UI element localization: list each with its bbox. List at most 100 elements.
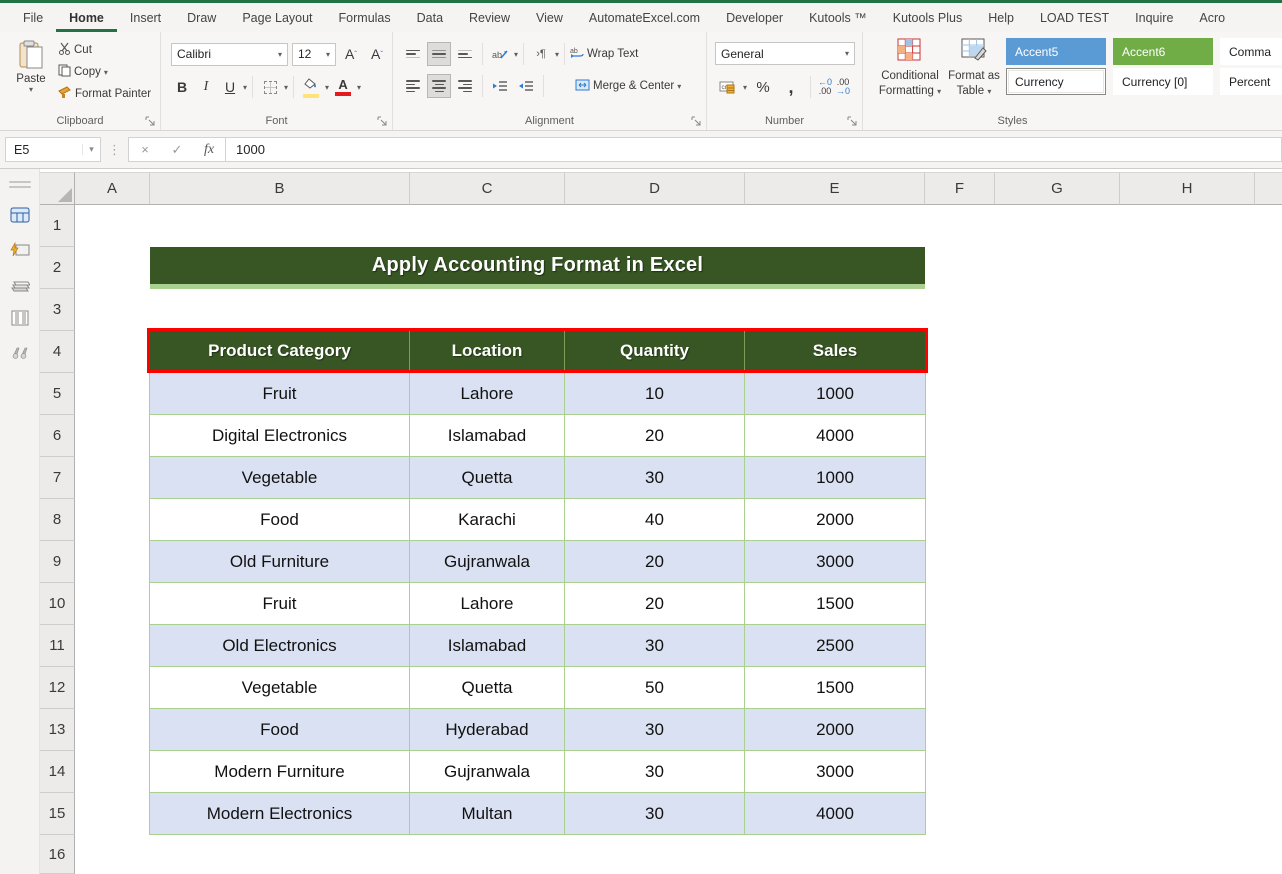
tab-acrobat[interactable]: Acro	[1186, 3, 1238, 32]
row-header-1[interactable]: 1	[40, 205, 75, 247]
row-header-4[interactable]: 4	[40, 331, 75, 373]
align-right-button[interactable]	[453, 74, 477, 98]
style-comma[interactable]: Comma	[1220, 38, 1282, 65]
sheet-title-banner[interactable]: Apply Accounting Format in Excel	[150, 247, 925, 289]
fill-color-dropdown[interactable]: ▾	[325, 83, 329, 92]
row-header-2[interactable]: 2	[40, 247, 75, 289]
accounting-format-button[interactable]: cr	[715, 75, 739, 99]
pane-collapse-handle[interactable]	[9, 181, 31, 188]
column-header-c[interactable]: C	[410, 172, 565, 205]
decrease-decimal-button[interactable]: .00→0	[836, 78, 850, 96]
column-header-partial[interactable]	[1255, 172, 1282, 205]
cell-d6[interactable]: 20	[565, 415, 745, 456]
tab-file[interactable]: File	[10, 3, 56, 32]
cell-b15[interactable]: Modern Electronics	[150, 793, 410, 834]
tab-help[interactable]: Help	[975, 3, 1027, 32]
decrease-indent-button[interactable]	[488, 74, 512, 98]
cell-c12[interactable]: Quetta	[410, 667, 565, 708]
percent-style-button[interactable]: %	[751, 75, 775, 99]
cell-e12[interactable]: 1500	[745, 667, 925, 708]
row-header-10[interactable]: 10	[40, 583, 75, 625]
text-direction-dropdown[interactable]: ▾	[555, 50, 559, 59]
style-currency[interactable]: Currency	[1006, 68, 1106, 95]
cell-e11[interactable]: 2500	[745, 625, 925, 666]
tab-data[interactable]: Data	[404, 3, 456, 32]
tab-kutools[interactable]: Kutools ™	[796, 3, 880, 32]
comma-style-button[interactable]: ,	[779, 75, 803, 99]
row-header-11[interactable]: 11	[40, 625, 75, 667]
align-bottom-button[interactable]	[453, 42, 477, 66]
text-direction-button[interactable]: ›¶	[529, 42, 553, 66]
workbook-pane-icon[interactable]	[8, 203, 32, 227]
row-header-5[interactable]: 5	[40, 373, 75, 415]
align-top-button[interactable]	[401, 42, 425, 66]
style-accent5[interactable]: Accent5	[1006, 38, 1106, 65]
cell-d15[interactable]: 30	[565, 793, 745, 834]
bold-button[interactable]: B	[171, 75, 193, 99]
underline-dropdown[interactable]: ▾	[243, 83, 247, 92]
font-size-select[interactable]: 12▾	[292, 43, 336, 66]
row-header-14[interactable]: 14	[40, 751, 75, 793]
row-header-6[interactable]: 6	[40, 415, 75, 457]
paste-button[interactable]: Paste ▾	[8, 40, 54, 118]
copy-dropdown[interactable]: ▾	[104, 68, 108, 77]
cell-c13[interactable]: Hyderabad	[410, 709, 565, 750]
clipboard-pane-icon[interactable]	[8, 273, 32, 297]
tab-draw[interactable]: Draw	[174, 3, 229, 32]
accounting-format-dropdown[interactable]: ▾	[743, 83, 747, 92]
cell-d12[interactable]: 50	[565, 667, 745, 708]
italic-button[interactable]: I	[195, 75, 217, 99]
cell-d7[interactable]: 30	[565, 457, 745, 498]
column-header-e[interactable]: E	[745, 172, 925, 205]
cell-e8[interactable]: 2000	[745, 499, 925, 540]
tab-insert[interactable]: Insert	[117, 3, 174, 32]
style-currency-0[interactable]: Currency [0]	[1113, 68, 1213, 95]
cell-b9[interactable]: Old Furniture	[150, 541, 410, 582]
orientation-button[interactable]: ab	[488, 42, 512, 66]
cell-d11[interactable]: 30	[565, 625, 745, 666]
cell-d13[interactable]: 30	[565, 709, 745, 750]
borders-button[interactable]	[258, 75, 282, 99]
cell-b5[interactable]: Fruit	[150, 373, 410, 414]
tab-automateexcel[interactable]: AutomateExcel.com	[576, 3, 713, 32]
column-header-g[interactable]: G	[995, 172, 1120, 205]
table-header-cell[interactable]: Product Category	[150, 331, 410, 370]
format-as-table-button[interactable]: Format as Table ▾	[935, 38, 1013, 98]
cell-c5[interactable]: Lahore	[410, 373, 565, 414]
tab-page-layout[interactable]: Page Layout	[229, 3, 325, 32]
format-painter-button[interactable]: Format Painter	[58, 86, 151, 102]
name-box-dropdown[interactable]: ▾	[82, 144, 100, 155]
merge-center-button[interactable]: Merge & Center ▾	[575, 79, 681, 94]
cell-e10[interactable]: 1500	[745, 583, 925, 624]
font-color-dropdown[interactable]: ▾	[357, 83, 361, 92]
cell-c8[interactable]: Karachi	[410, 499, 565, 540]
column-header-d[interactable]: D	[565, 172, 745, 205]
cell-b6[interactable]: Digital Electronics	[150, 415, 410, 456]
cell-b14[interactable]: Modern Furniture	[150, 751, 410, 792]
font-color-button[interactable]: A	[331, 75, 355, 99]
insert-function-icon[interactable]: fx	[193, 142, 225, 158]
cell-e5[interactable]: 1000	[745, 373, 925, 414]
cell-b13[interactable]: Food	[150, 709, 410, 750]
copy-button[interactable]: Copy ▾	[58, 64, 151, 80]
cell-d8[interactable]: 40	[565, 499, 745, 540]
cell-e14[interactable]: 3000	[745, 751, 925, 792]
cell-c11[interactable]: Islamabad	[410, 625, 565, 666]
cell-c9[interactable]: Gujranwala	[410, 541, 565, 582]
column-header-a[interactable]: A	[75, 172, 150, 205]
row-header-15[interactable]: 15	[40, 793, 75, 835]
cell-d9[interactable]: 20	[565, 541, 745, 582]
column-header-b[interactable]: B	[150, 172, 410, 205]
row-header-9[interactable]: 9	[40, 541, 75, 583]
tab-load-test[interactable]: LOAD TEST	[1027, 3, 1122, 32]
column-header-h[interactable]: H	[1120, 172, 1255, 205]
tab-developer[interactable]: Developer	[713, 3, 796, 32]
orientation-dropdown[interactable]: ▾	[514, 50, 518, 59]
table-header-cell[interactable]: Location	[410, 331, 565, 370]
cell-c10[interactable]: Lahore	[410, 583, 565, 624]
borders-dropdown[interactable]: ▾	[284, 83, 288, 92]
cell-e15[interactable]: 4000	[745, 793, 925, 834]
clipboard-dialog-launcher[interactable]	[145, 116, 156, 127]
cell-b10[interactable]: Fruit	[150, 583, 410, 624]
increase-indent-button[interactable]	[514, 74, 538, 98]
